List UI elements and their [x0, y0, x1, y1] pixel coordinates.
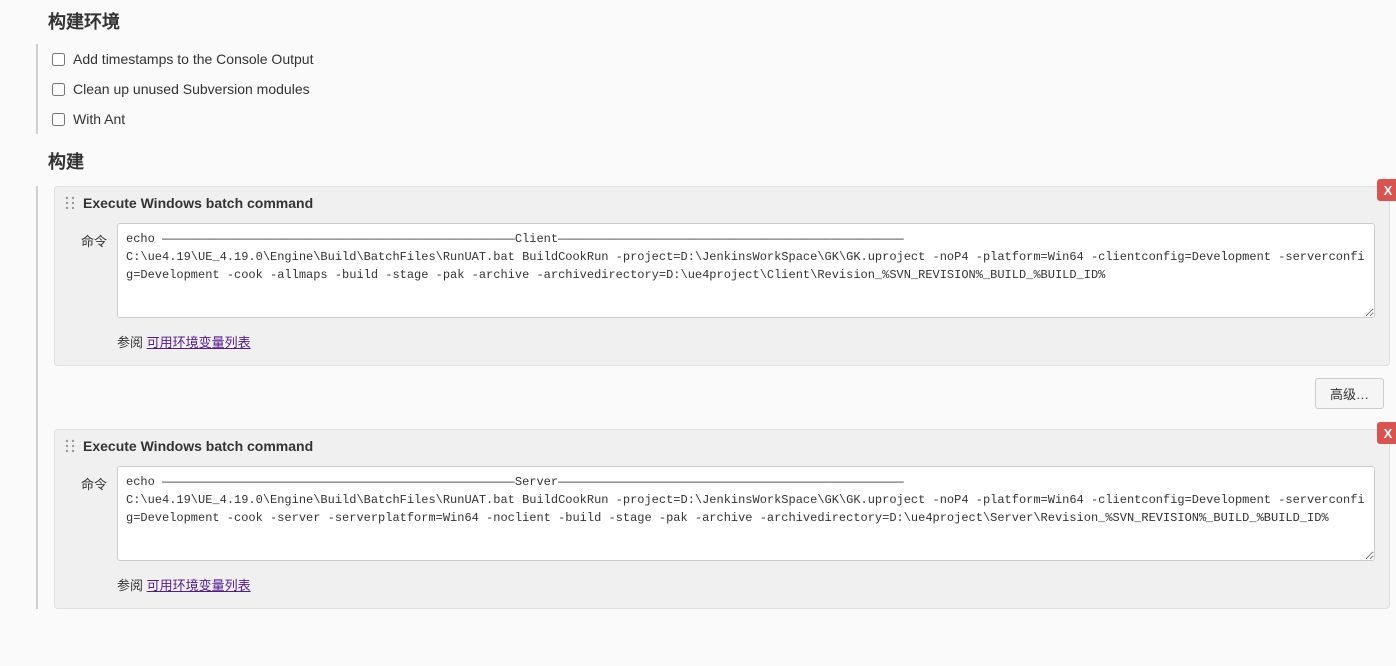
drag-handle-icon[interactable]: [65, 196, 75, 210]
command-label: 命令: [69, 223, 117, 318]
build-env-section: Add timestamps to the Console Output Cle…: [36, 44, 1396, 134]
command-textarea[interactable]: [117, 466, 1375, 561]
advanced-button[interactable]: 高级…: [1315, 378, 1384, 409]
env-checkbox-cleanup-svn[interactable]: [52, 83, 65, 96]
help-prefix: 参阅: [117, 335, 147, 350]
build-step-header: Execute Windows batch command: [55, 187, 1389, 219]
delete-step-button[interactable]: X: [1377, 179, 1396, 201]
env-vars-link[interactable]: 可用环境变量列表: [147, 335, 251, 350]
env-checkbox-with-ant[interactable]: [52, 113, 65, 126]
build-step-title: Execute Windows batch command: [83, 195, 313, 211]
env-checkbox-row-1: Clean up unused Subversion modules: [38, 74, 1396, 104]
build-env-title: 构建环境: [0, 0, 1396, 44]
delete-step-button[interactable]: X: [1377, 422, 1396, 444]
build-step-header: Execute Windows batch command: [55, 430, 1389, 462]
env-checkbox-label: Add timestamps to the Console Output: [73, 51, 313, 67]
help-row: 参阅 可用环境变量列表: [55, 322, 1389, 365]
command-row: 命令: [55, 219, 1389, 322]
env-checkbox-row-0: Add timestamps to the Console Output: [38, 44, 1396, 74]
env-checkbox-label: With Ant: [73, 111, 125, 127]
build-section: X Execute Windows batch command 命令 参阅 可用…: [36, 186, 1396, 609]
command-row: 命令: [55, 462, 1389, 565]
build-step-title: Execute Windows batch command: [83, 438, 313, 454]
help-row: 参阅 可用环境变量列表: [55, 565, 1389, 608]
drag-handle-icon[interactable]: [65, 439, 75, 453]
env-checkbox-row-2: With Ant: [38, 104, 1396, 134]
env-vars-link[interactable]: 可用环境变量列表: [147, 578, 251, 593]
advanced-row: 高级…: [38, 378, 1390, 415]
build-step: X Execute Windows batch command 命令 参阅 可用…: [54, 186, 1390, 366]
help-prefix: 参阅: [117, 578, 147, 593]
build-step: X Execute Windows batch command 命令 参阅 可用…: [54, 429, 1390, 609]
build-title: 构建: [0, 140, 1396, 184]
env-checkbox-timestamps[interactable]: [52, 53, 65, 66]
env-checkbox-label: Clean up unused Subversion modules: [73, 81, 310, 97]
command-label: 命令: [69, 466, 117, 561]
command-textarea[interactable]: [117, 223, 1375, 318]
